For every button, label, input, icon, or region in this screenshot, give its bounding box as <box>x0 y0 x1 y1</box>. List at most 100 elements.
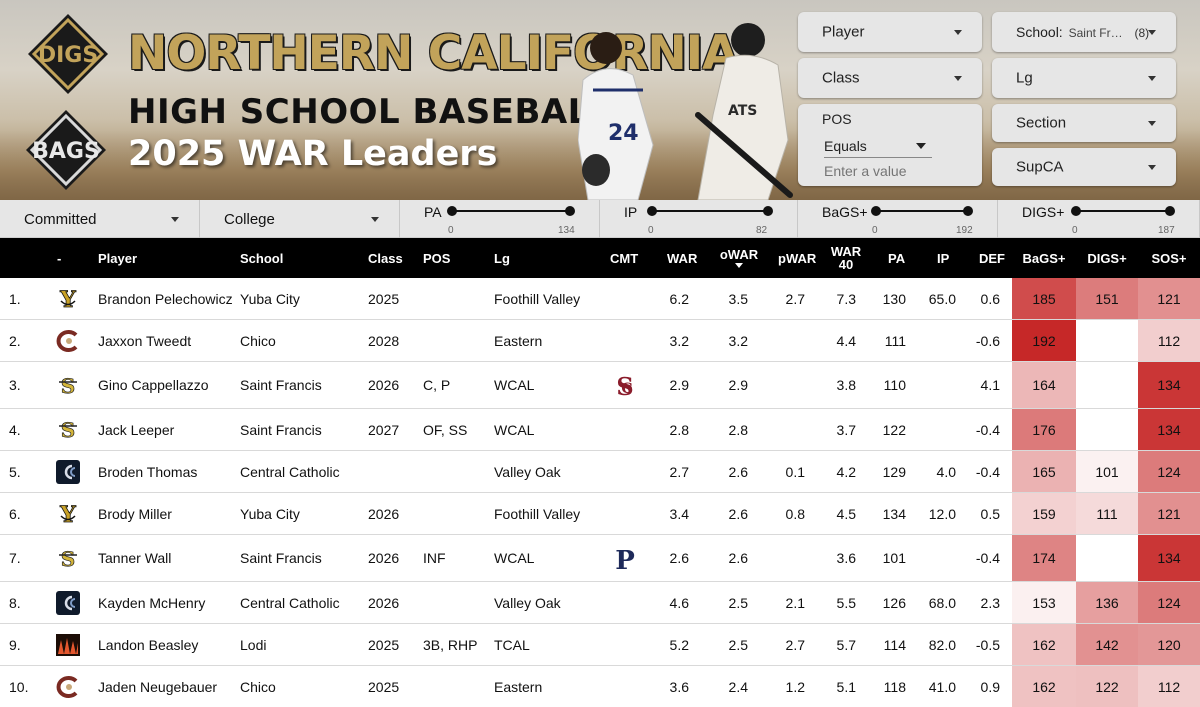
svg-text:Y: Y <box>59 502 76 527</box>
col-pos[interactable]: POS <box>423 238 450 278</box>
def-cell: 0.9 <box>980 678 1000 695</box>
slider-min-handle[interactable] <box>871 206 881 216</box>
class-cell: 2027 <box>368 421 400 438</box>
svg-text:Y: Y <box>59 287 76 312</box>
chico-logo <box>55 328 81 354</box>
pwar-cell: 2.7 <box>785 636 805 653</box>
ip-cell: 12.0 <box>928 505 956 522</box>
digs-cell: 122 <box>1076 666 1138 707</box>
rank-cell: 5. <box>9 463 21 480</box>
ip-cell: 4.0 <box>936 463 956 480</box>
slider-track[interactable] <box>652 210 768 212</box>
digs-cell: 142 <box>1076 624 1138 665</box>
college-filter[interactable]: College <box>200 200 400 238</box>
saint-francis-logo: S <box>55 373 81 399</box>
rank-cell: 9. <box>9 636 21 653</box>
bags-cell: 162 <box>1012 666 1076 707</box>
war40-cell: 5.5 <box>836 594 856 611</box>
slider-min-value: 0 <box>448 225 454 236</box>
section-filter[interactable]: Section <box>992 104 1176 142</box>
pos-operator-select[interactable]: Equals <box>824 134 932 158</box>
col-owar[interactable]: oWAR <box>718 238 760 278</box>
col-war40[interactable]: WAR 40 <box>826 238 866 278</box>
saint-francis-logo: S <box>55 417 81 443</box>
central-catholic-logo <box>55 459 81 485</box>
slider-max-handle[interactable] <box>963 206 973 216</box>
table-row[interactable]: 8. Kayden McHenry Central Catholic 2026 Vall… <box>0 582 1200 624</box>
col-pa[interactable]: PA <box>888 238 905 278</box>
chevron-down-icon <box>171 217 179 222</box>
supca-filter[interactable]: SupCA <box>992 148 1176 186</box>
table-row[interactable]: 5. Broden Thomas Central Catholic Valley Oa… <box>0 451 1200 493</box>
slider-track[interactable] <box>452 210 570 212</box>
col-school[interactable]: School <box>240 238 283 278</box>
table-row[interactable]: 10. Jaden Neugebauer Chico 2025 Eastern 3.6 2.… <box>0 666 1200 707</box>
player-cell: Brody Miller <box>98 505 172 522</box>
slider-max-handle[interactable] <box>1165 206 1175 216</box>
school-filter-text: School: Saint Fr… (8) <box>1016 24 1149 40</box>
slider-track[interactable] <box>1076 210 1170 212</box>
rank-cell: 4. <box>9 421 21 438</box>
table-row[interactable]: 6. Y Brody Miller Yuba City 2026 Foothill Val… <box>0 493 1200 535</box>
table-row[interactable]: 7. S Tanner Wall Saint Francis 2026 INF WCAL P 2… <box>0 535 1200 582</box>
table-row[interactable]: 9. Landon Beasley Lodi 2025 3B, RHP TCAL 5.2 2.… <box>0 624 1200 666</box>
slider-min-handle[interactable] <box>447 206 457 216</box>
committed-filter[interactable]: Committed <box>0 200 200 238</box>
chevron-down-icon <box>954 76 962 81</box>
war-cell: 3.4 <box>669 505 689 522</box>
lg-cell: WCAL <box>494 550 535 566</box>
player-filter[interactable]: Player <box>798 12 982 52</box>
ip-cell <box>916 535 956 581</box>
school-cell: Saint Francis <box>240 550 322 566</box>
war40-cell: 3.7 <box>836 421 856 438</box>
slider-max-value: 82 <box>756 225 768 236</box>
col-war[interactable]: WAR <box>667 238 697 278</box>
war40-cell: 5.7 <box>836 636 856 653</box>
pos-value-input[interactable] <box>824 162 964 180</box>
col-lg[interactable]: Lg <box>494 238 510 278</box>
school-cell: Yuba City <box>240 505 300 522</box>
col-ip[interactable]: IP <box>937 238 949 278</box>
lg-filter-label: Lg <box>1016 69 1033 87</box>
col-bags[interactable]: BaGS+ <box>1012 238 1076 278</box>
col-def[interactable]: DEF <box>979 238 1005 278</box>
col-class[interactable]: Class <box>368 238 403 278</box>
slider-min-handle[interactable] <box>1071 206 1081 216</box>
svg-text:ATS: ATS <box>728 103 757 119</box>
lg-cell: Foothill Valley <box>494 505 581 522</box>
table-row[interactable]: 3. S Gino Cappellazzo Saint Francis 2026 C, P… <box>0 362 1200 409</box>
owar-cell: 2.5 <box>728 594 748 611</box>
school-filter[interactable]: School: Saint Fr… (8) <box>992 12 1176 52</box>
table-row[interactable]: 2. Jaxxon Tweedt Chico 2028 Eastern 3.2 3.2 4.4… <box>0 320 1200 362</box>
sos-cell: 124 <box>1138 582 1200 623</box>
slider-max-handle[interactable] <box>763 206 773 216</box>
sos-cell: 124 <box>1138 451 1200 492</box>
col-rank[interactable]: - <box>57 238 61 278</box>
pa-cell: 114 <box>883 636 906 653</box>
col-cmt[interactable]: CMT <box>610 238 638 278</box>
lg-cell: Foothill Valley <box>494 290 581 307</box>
committed-filter-label: Committed <box>24 211 97 228</box>
player-cell: Jaden Neugebauer <box>98 678 218 695</box>
slider-label: DIGS+ <box>1022 204 1065 220</box>
slider-max-handle[interactable] <box>565 206 575 216</box>
digs-cell <box>1076 409 1138 450</box>
lg-filter[interactable]: Lg <box>992 58 1176 98</box>
sos-cell: 112 <box>1138 320 1200 361</box>
col-sos[interactable]: SOS+ <box>1138 238 1200 278</box>
class-cell: 2025 <box>368 636 400 653</box>
col-digs[interactable]: DIGS+ <box>1076 238 1138 278</box>
table-row[interactable]: 4. S Jack Leeper Saint Francis 2027 OF, SS WCA… <box>0 409 1200 451</box>
sos-cell: 134 <box>1138 409 1200 450</box>
school-cell: Chico <box>240 678 276 695</box>
col-player[interactable]: Player <box>98 238 137 278</box>
slider-min-handle[interactable] <box>647 206 657 216</box>
svg-text:S: S <box>61 374 75 398</box>
class-filter[interactable]: Class <box>798 58 982 98</box>
rank-cell: 7. <box>9 550 21 566</box>
pa-cell: 111 <box>884 332 906 349</box>
slider-track[interactable] <box>876 210 968 212</box>
col-pwar[interactable]: pWAR <box>778 238 816 278</box>
table-row[interactable]: 1. Y Brandon Pelechowicz Yuba City 2025 Footh… <box>0 278 1200 320</box>
school-cell: Central Catholic <box>240 594 340 611</box>
